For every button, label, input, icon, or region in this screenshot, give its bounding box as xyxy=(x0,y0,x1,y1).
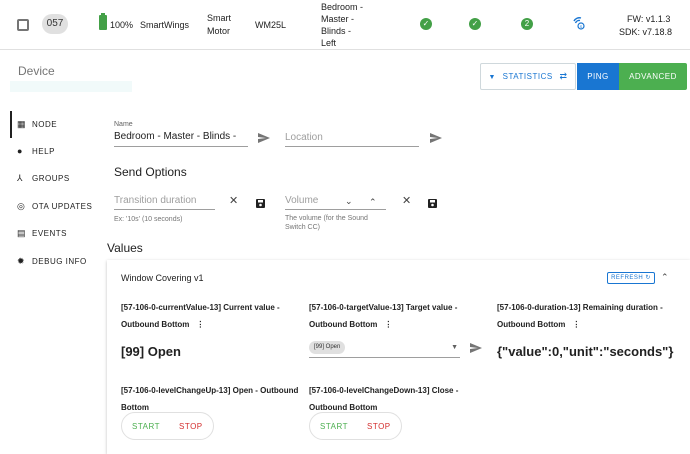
save-icon[interactable] xyxy=(256,197,265,208)
stop-button[interactable]: STOP xyxy=(367,422,391,431)
sidebar-item-label: HELP xyxy=(32,147,55,156)
current-value: [99] Open xyxy=(121,344,181,359)
chevron-up-icon[interactable]: ⌃ xyxy=(661,272,669,283)
battery-level: 100% xyxy=(110,20,134,30)
refresh-label: REFRESH xyxy=(611,275,644,281)
grid-icon: ▦ xyxy=(17,119,27,129)
decrement-icon[interactable]: ⌄ xyxy=(345,196,353,207)
level-change-down-label: [57-106-0-levelChangeDown-13] Close - Ou… xyxy=(309,386,459,412)
location-underline xyxy=(285,146,419,147)
model: WM25L xyxy=(255,20,287,30)
ping-button[interactable]: PING xyxy=(577,63,619,90)
more-vert-icon[interactable]: ⋮ xyxy=(572,320,580,329)
svg-text:S: S xyxy=(580,24,583,29)
interview-stage-badge: 2 xyxy=(521,18,533,30)
sidebar-item-label: NODE xyxy=(32,120,58,129)
manufacturer: SmartWings xyxy=(140,20,190,30)
device-title: Device xyxy=(18,64,55,78)
level-change-up-controls: START STOP xyxy=(121,412,214,440)
more-vert-icon[interactable]: ⋮ xyxy=(384,320,392,329)
transition-underline xyxy=(114,209,215,210)
name-underline xyxy=(114,146,248,147)
values-title: Values xyxy=(107,241,143,255)
send-icon[interactable] xyxy=(470,342,482,353)
product-line1: Smart xyxy=(207,13,232,23)
firmware-version: FW: v1.1.3 xyxy=(627,14,671,24)
duration-value: {"value":0,"unit":"seconds"} xyxy=(497,344,674,359)
card-title: Window Covering v1 xyxy=(121,273,204,283)
bug-icon: ✹ xyxy=(17,256,26,266)
signal-off-icon: ⇄ xyxy=(559,71,568,81)
chevron-down-icon: ▼ xyxy=(488,74,496,81)
refresh-icon: ↻ xyxy=(645,275,651,281)
node-id-chip: 057 xyxy=(42,14,68,34)
volume-hint: The volume (for the Sound Switch CC) xyxy=(285,215,368,231)
location-input[interactable]: Location xyxy=(285,132,323,143)
duration-label: [57-106-0-duration-13] Remaining duratio… xyxy=(497,299,687,333)
send-options-title: Send Options xyxy=(114,165,187,179)
product-line2: Motor xyxy=(207,26,231,36)
volume-input[interactable]: Volume xyxy=(285,195,318,206)
sidebar-active-indicator xyxy=(10,111,12,138)
sidebar-item-label: OTA UPDATES xyxy=(32,202,93,211)
sidebar-item-label: EVENTS xyxy=(32,229,68,238)
save-icon[interactable] xyxy=(428,197,437,208)
check-circle-icon: ✓ xyxy=(420,18,432,30)
level-change-down-controls: START STOP xyxy=(309,412,402,440)
start-button[interactable]: START xyxy=(132,422,160,431)
node-name-line1: Bedroom - xyxy=(321,2,364,12)
refresh-button[interactable]: REFRESH ↻ xyxy=(607,272,655,284)
send-icon[interactable] xyxy=(258,132,270,143)
selected-option-chip: [99] Open xyxy=(309,341,346,354)
statistics-label: STATISTICS xyxy=(502,72,553,81)
node-row[interactable]: 057 100% SmartWings Smart Motor WM25L Be… xyxy=(0,0,690,50)
node-name-line2: Master - xyxy=(321,14,355,24)
events-icon: ▤ xyxy=(17,228,27,238)
device-header-bar xyxy=(10,81,132,92)
node-name-line3: Blinds - xyxy=(321,26,352,36)
statistics-button[interactable]: ▼ STATISTICS ⇄ xyxy=(480,63,576,90)
advanced-button[interactable]: ADVANCED xyxy=(619,63,687,90)
transition-duration-input[interactable]: Transition duration xyxy=(114,195,196,206)
target-value-label: [57-106-0-targetValue-13] Target value -… xyxy=(309,299,479,333)
stop-button[interactable]: STOP xyxy=(179,422,203,431)
clear-icon[interactable]: ✕ xyxy=(402,196,411,207)
clear-icon[interactable]: ✕ xyxy=(229,196,238,207)
start-button[interactable]: START xyxy=(320,422,348,431)
name-field-label: Name xyxy=(114,121,133,128)
current-value-label: [57-106-0-currentValue-13] Current value… xyxy=(121,299,297,333)
increment-icon[interactable]: ⌃ xyxy=(369,197,377,208)
row-checkbox[interactable] xyxy=(17,19,29,31)
sidebar-item-label: DEBUG INFO xyxy=(32,257,87,266)
target-value-select[interactable]: [99] Open ▼ xyxy=(309,338,460,358)
groups-icon: ⅄ xyxy=(17,173,23,183)
ota-icon: ◎ xyxy=(17,201,26,211)
dropdown-arrow-icon: ▼ xyxy=(451,344,458,351)
battery-icon xyxy=(99,13,107,30)
sdk-version: SDK: v7.18.8 xyxy=(619,27,673,37)
more-vert-icon[interactable]: ⋮ xyxy=(196,320,204,329)
name-input[interactable]: Bedroom - Master - Blinds - xyxy=(114,131,236,142)
check-circle-icon: ✓ xyxy=(469,18,481,30)
zwave-plus-icon: S xyxy=(572,16,586,30)
send-icon[interactable] xyxy=(430,132,442,143)
help-icon: ● xyxy=(17,146,23,156)
level-change-up-label: [57-106-0-levelChangeUp-13] Open - Outbo… xyxy=(121,386,299,412)
sidebar-item-label: GROUPS xyxy=(32,174,70,183)
volume-underline xyxy=(285,209,386,210)
node-name-line4: Left xyxy=(321,38,337,48)
transition-hint: Ex: '10s' (10 seconds) xyxy=(114,216,183,223)
